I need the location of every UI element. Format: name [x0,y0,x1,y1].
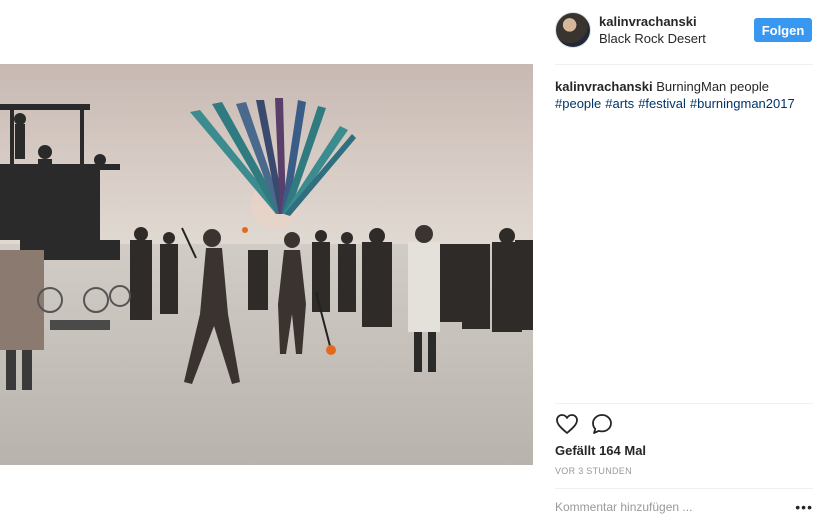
username-link[interactable]: kalinvrachanski [599,14,706,30]
hashtag-festival[interactable]: #festival [638,96,686,111]
hashtag-arts[interactable]: #arts [605,96,634,111]
comment-row: ••• [555,497,817,517]
speech-bubble-icon[interactable] [590,412,614,436]
caption: kalinvrachanski BurningMan people #peopl… [555,78,817,112]
post-photo[interactable] [0,64,533,465]
hashtag-people[interactable]: #people [555,96,601,111]
hashtag-list: #people #arts #festival #burningman2017 [555,96,799,111]
heart-outline-icon[interactable] [555,412,579,436]
user-avatar[interactable] [555,12,591,48]
comment-divider [555,488,813,489]
user-info: kalinvrachanski Black Rock Desert [599,14,706,47]
follow-button[interactable]: Folgen [754,18,812,42]
comment-input[interactable] [555,497,775,517]
post-side-panel: kalinvrachanski Black Rock Desert Folgen… [533,0,829,521]
hashtag-burningman2017[interactable]: #burningman2017 [690,96,795,111]
post-timestamp[interactable]: VOR 3 STUNDEN [555,466,632,476]
post-header: kalinvrachanski Black Rock Desert Folgen [555,12,817,48]
actions-divider [555,403,813,404]
photo-container [0,0,533,521]
ellipsis-icon[interactable]: ••• [795,499,813,515]
caption-username[interactable]: kalinvrachanski [555,79,653,94]
location-link[interactable]: Black Rock Desert [599,30,706,47]
burning-man-photo [0,64,533,465]
caption-text: BurningMan people [656,79,769,94]
likes-count[interactable]: Gefällt 164 Mal [555,443,646,458]
header-divider [555,64,813,65]
